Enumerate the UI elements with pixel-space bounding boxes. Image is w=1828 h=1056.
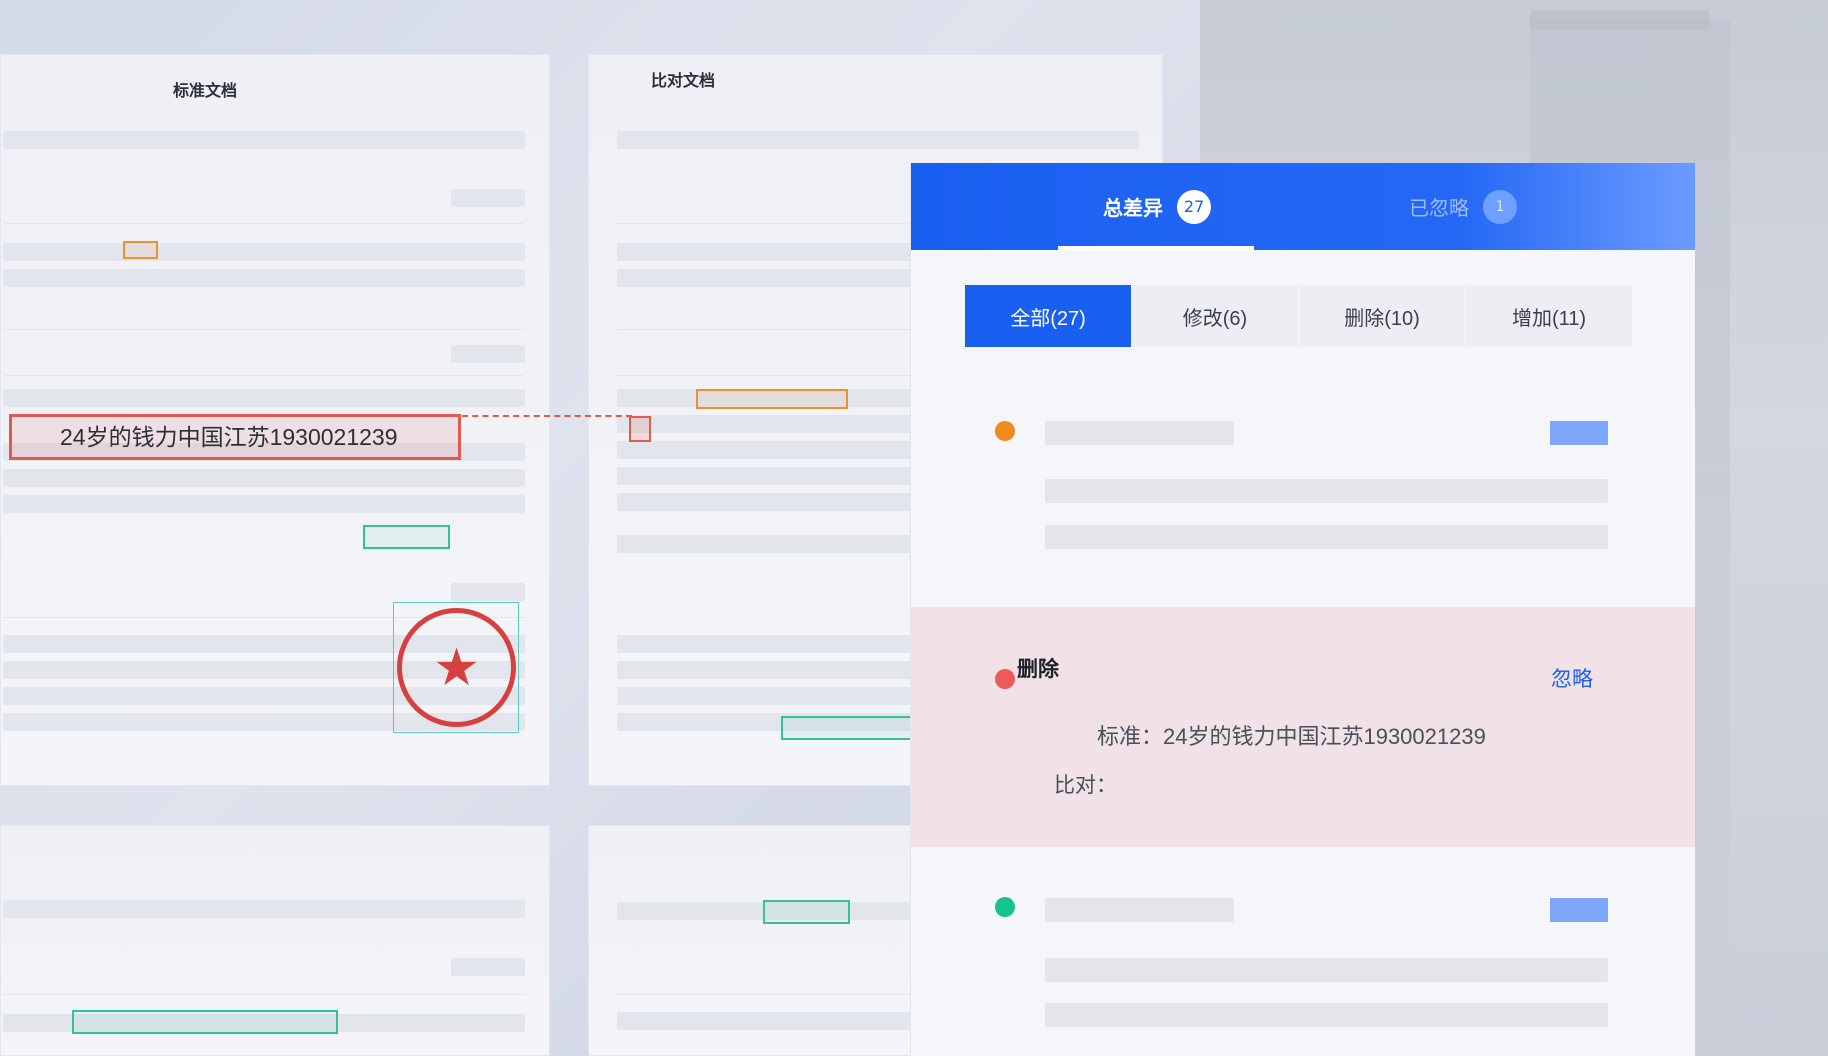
tab-ignored[interactable]: 已忽略 1	[1409, 163, 1517, 250]
modified-marker[interactable]	[696, 389, 848, 409]
star-icon: ★	[433, 637, 480, 698]
added-marker[interactable]	[363, 525, 450, 549]
added-marker[interactable]	[781, 716, 921, 740]
diff-panel: 总差异 27 已忽略 1 全部(27) 修改(6) 删除(10) 增加(11) …	[910, 163, 1695, 1056]
diff-type-label: 删除	[1017, 657, 1059, 681]
diff-panel-header: 总差异 27 已忽略 1	[911, 163, 1695, 250]
diff-item-deleted[interactable]: 删除 忽略 标准：24岁的钱力中国江苏1930021239 比对：	[911, 607, 1695, 847]
tab-label: 总差异	[1103, 196, 1163, 220]
status-dot	[995, 897, 1015, 917]
count-badge: 27	[1177, 189, 1211, 224]
active-tab-indicator	[1058, 246, 1254, 250]
highlighted-deleted-text[interactable]: 24岁的钱力中国江苏1930021239	[9, 414, 461, 460]
added-marker[interactable]	[72, 1010, 338, 1034]
modified-marker[interactable]	[123, 241, 158, 259]
filter-added[interactable]: 增加(11)	[1466, 285, 1633, 347]
deleted-marker[interactable]	[629, 416, 651, 442]
added-marker[interactable]	[763, 900, 850, 924]
compare-doc-page-2	[588, 825, 919, 1056]
action-placeholder[interactable]	[1550, 898, 1608, 922]
tab-total-differences[interactable]: 总差异 27	[1103, 163, 1211, 250]
filter-modified[interactable]: 修改(6)	[1132, 285, 1299, 347]
filter-tabs: 全部(27) 修改(6) 删除(10) 增加(11)	[965, 285, 1633, 347]
count-badge: 1	[1483, 189, 1517, 224]
standard-doc-title: 标准文档	[173, 81, 238, 100]
background-bar	[1530, 10, 1710, 30]
ignore-button[interactable]: 忽略	[1551, 663, 1593, 693]
diff-connector-line	[462, 415, 632, 417]
compare-text: 比对：	[1054, 773, 1117, 797]
filter-all[interactable]: 全部(27)	[965, 285, 1132, 347]
filter-deleted[interactable]: 删除(10)	[1299, 285, 1466, 347]
status-dot	[995, 669, 1015, 689]
status-dot	[995, 421, 1015, 441]
compare-doc-title: 比对文档	[651, 71, 716, 90]
tab-label: 已忽略	[1409, 196, 1469, 220]
standard-text: 标准：24岁的钱力中国江苏1930021239	[1097, 724, 1486, 749]
seal-stamp: ★	[397, 608, 516, 727]
action-placeholder[interactable]	[1550, 421, 1608, 445]
standard-doc-page-2	[0, 825, 550, 1056]
